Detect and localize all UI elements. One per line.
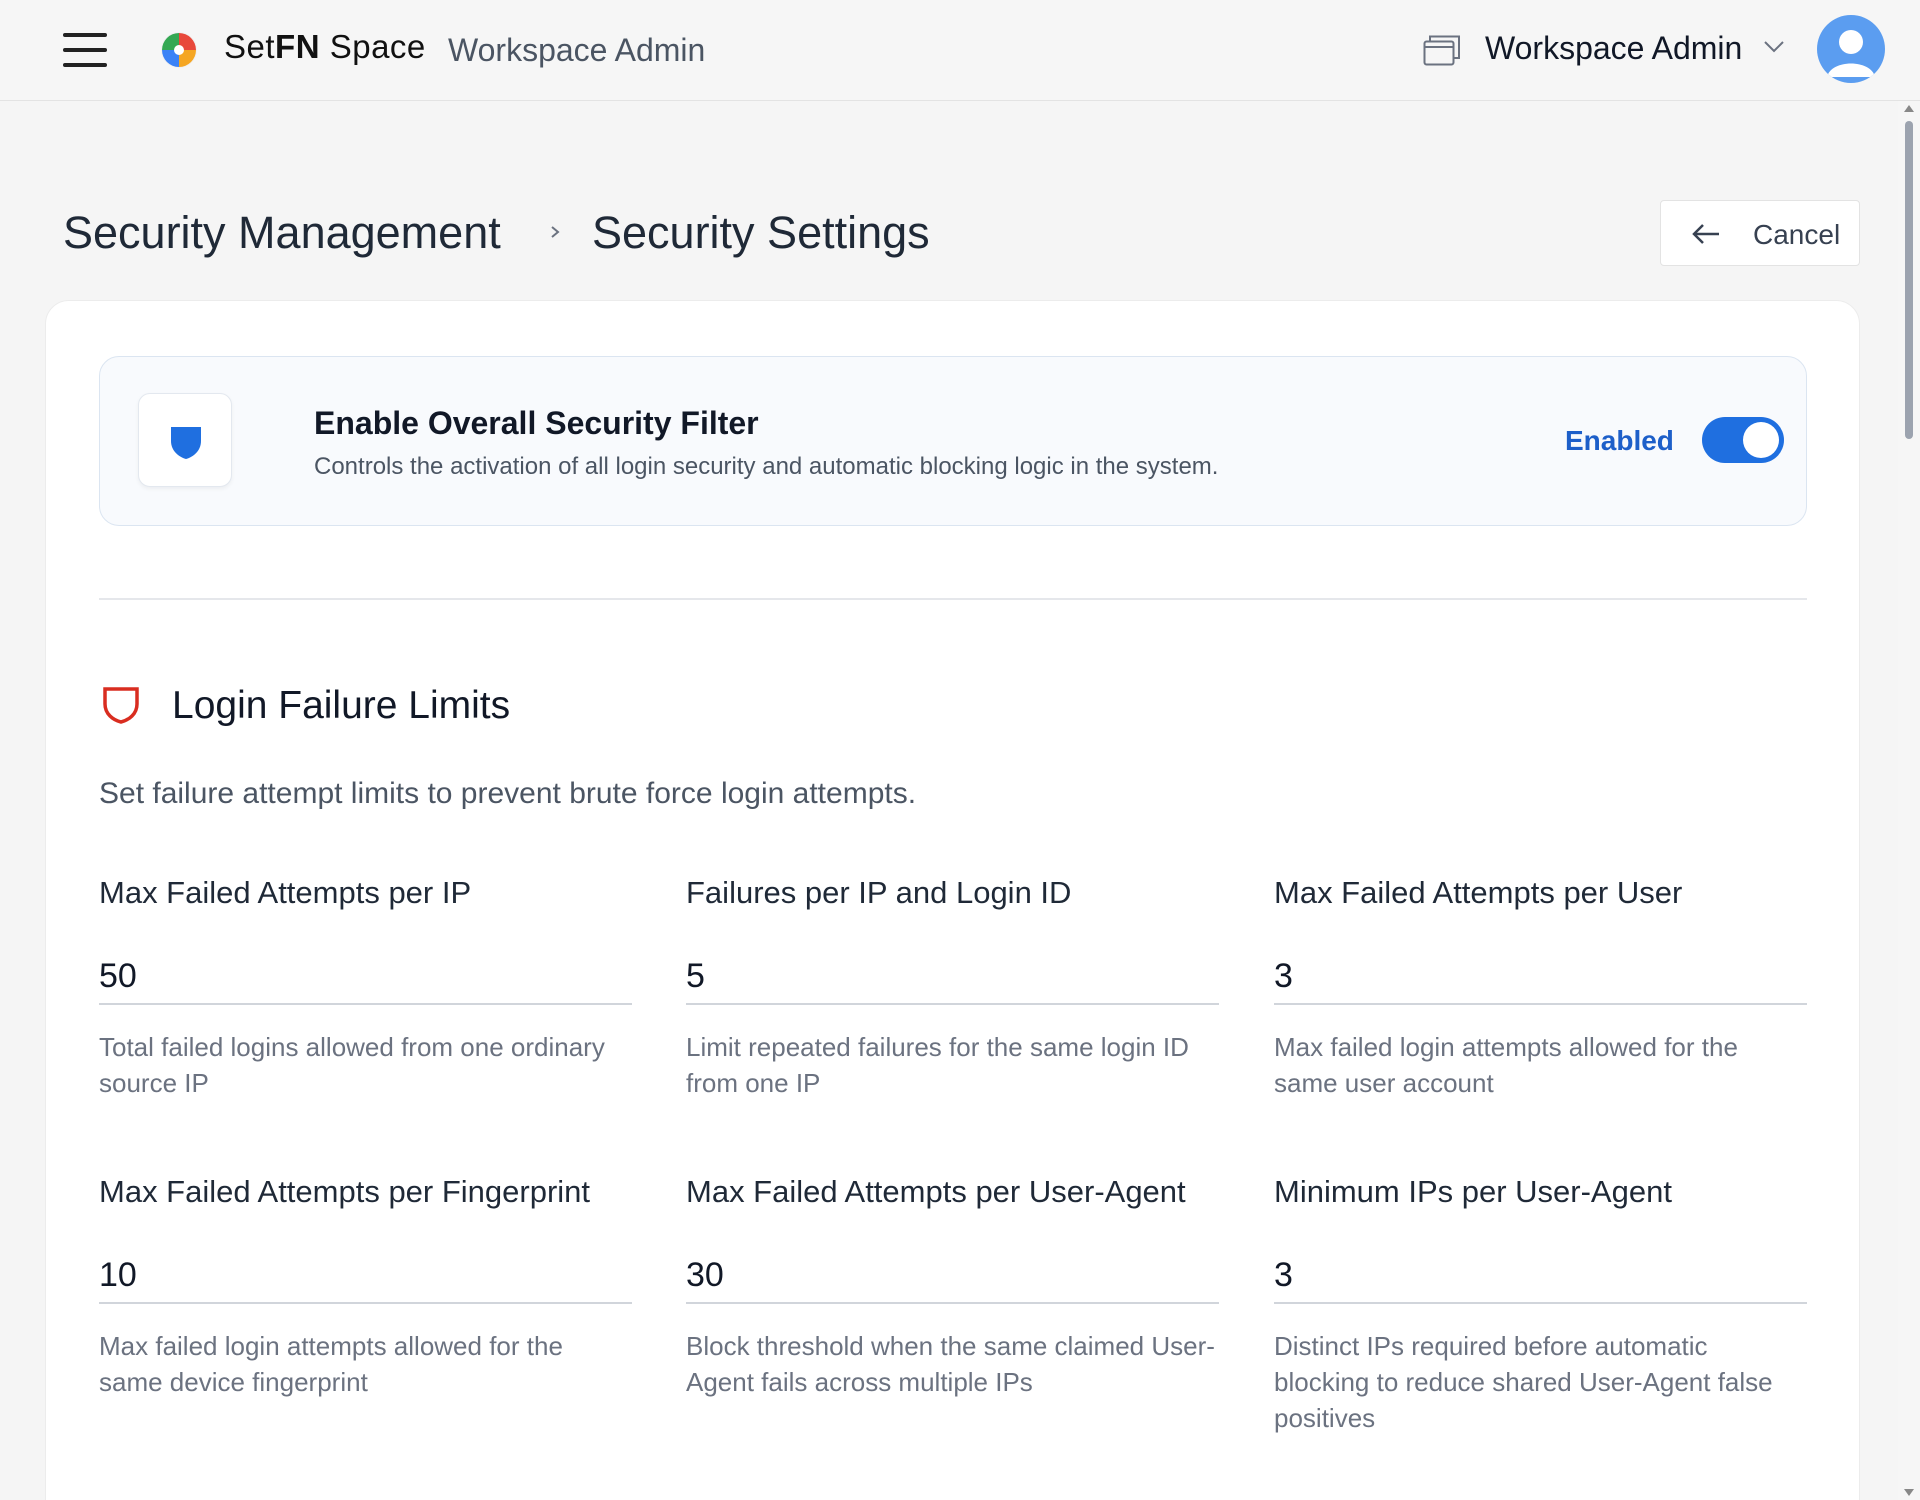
field-help: Block threshold when the same claimed Us… [686,1331,1215,1397]
status-label: Enabled [1565,425,1674,456]
field-label: Max Failed Attempts per IP [99,875,472,910]
arrow-left-icon [1692,224,1719,244]
field-label: Max Failed Attempts per Fingerprint [99,1174,591,1209]
security-filter-description: Controls the activation of all login sec… [314,453,1219,480]
field-label: Max Failed Attempts per User [1274,875,1683,910]
shield-outline-icon [103,687,139,724]
field-help: Max failed login attempts allowed for th… [99,1331,563,1397]
avatar[interactable] [1817,15,1885,83]
field-help: Max failed login attempts allowed for th… [1274,1032,1738,1098]
field-max-failed-per-user: Max Failed Attempts per User Max failed … [1274,875,1807,1101]
chevron-right-icon [551,226,560,238]
section-title: Login Failure Limits [172,684,511,727]
brand-name: SetFN Space [224,28,426,66]
cancel-button[interactable]: Cancel [1660,200,1860,266]
field-max-failed-per-user-agent: Max Failed Attempts per User-Agent Block… [686,1174,1219,1400]
field-help: Total failed logins allowed from one ord… [99,1032,605,1098]
min-ips-per-user-agent-input[interactable] [1274,1248,1807,1304]
shield-icon [171,427,201,459]
app-subtitle: Workspace Admin [448,32,706,68]
field-help: Limit repeated failures for the same log… [686,1032,1189,1098]
field-failures-per-ip-login-id: Failures per IP and Login ID Limit repea… [686,875,1219,1101]
field-help: Distinct IPs required before automatic b… [1274,1331,1773,1433]
scroll-down-arrow[interactable] [1904,1489,1914,1496]
field-max-failed-per-fingerprint: Max Failed Attempts per Fingerprint Max … [99,1174,632,1400]
field-label: Minimum IPs per User-Agent [1274,1174,1672,1209]
max-failed-per-user-agent-input[interactable] [686,1248,1219,1304]
field-max-failed-per-ip: Max Failed Attempts per IP Total failed … [99,875,632,1101]
max-failed-per-user-input[interactable] [1274,949,1807,1005]
section-description: Set failure attempt limits to prevent br… [99,777,917,810]
security-filter-panel: Enable Overall Security Filter Controls … [99,356,1807,526]
menu-icon[interactable] [63,33,107,67]
field-label: Failures per IP and Login ID [686,875,1072,910]
max-failed-per-ip-input[interactable] [99,949,632,1005]
brand-fn: FN [275,28,321,65]
divider [99,598,1807,600]
failures-per-ip-login-id-input[interactable] [686,949,1219,1005]
security-filter-toggle[interactable] [1702,417,1784,463]
breadcrumb-parent[interactable]: Security Management [63,207,501,259]
field-min-ips-per-user-agent: Minimum IPs per User-Agent Distinct IPs … [1274,1174,1807,1436]
scrollbar[interactable] [1898,101,1920,1500]
shield-icon-container [138,393,232,487]
chevron-down-icon[interactable] [1763,40,1785,54]
max-failed-per-fingerprint-input[interactable] [99,1248,632,1304]
page-title: Security Settings [592,207,930,258]
scroll-thumb[interactable] [1905,121,1913,439]
cancel-label: Cancel [1753,219,1841,250]
logo-icon [161,32,197,68]
field-label: Max Failed Attempts per User-Agent [686,1174,1186,1209]
settings-card: Enable Overall Security Filter Controls … [45,300,1860,1500]
top-bar: SetFN Space Workspace Admin Workspace Ad… [0,0,1920,101]
toggle-knob [1743,422,1779,458]
security-filter-title: Enable Overall Security Filter [314,405,759,441]
brand-prefix: Set [224,28,276,65]
workspace-switcher[interactable]: Workspace Admin [1485,30,1742,67]
user-icon [1827,30,1875,77]
workspace-icon [1423,35,1460,66]
scroll-up-arrow[interactable] [1904,105,1914,112]
brand-suffix: Space [329,28,426,65]
